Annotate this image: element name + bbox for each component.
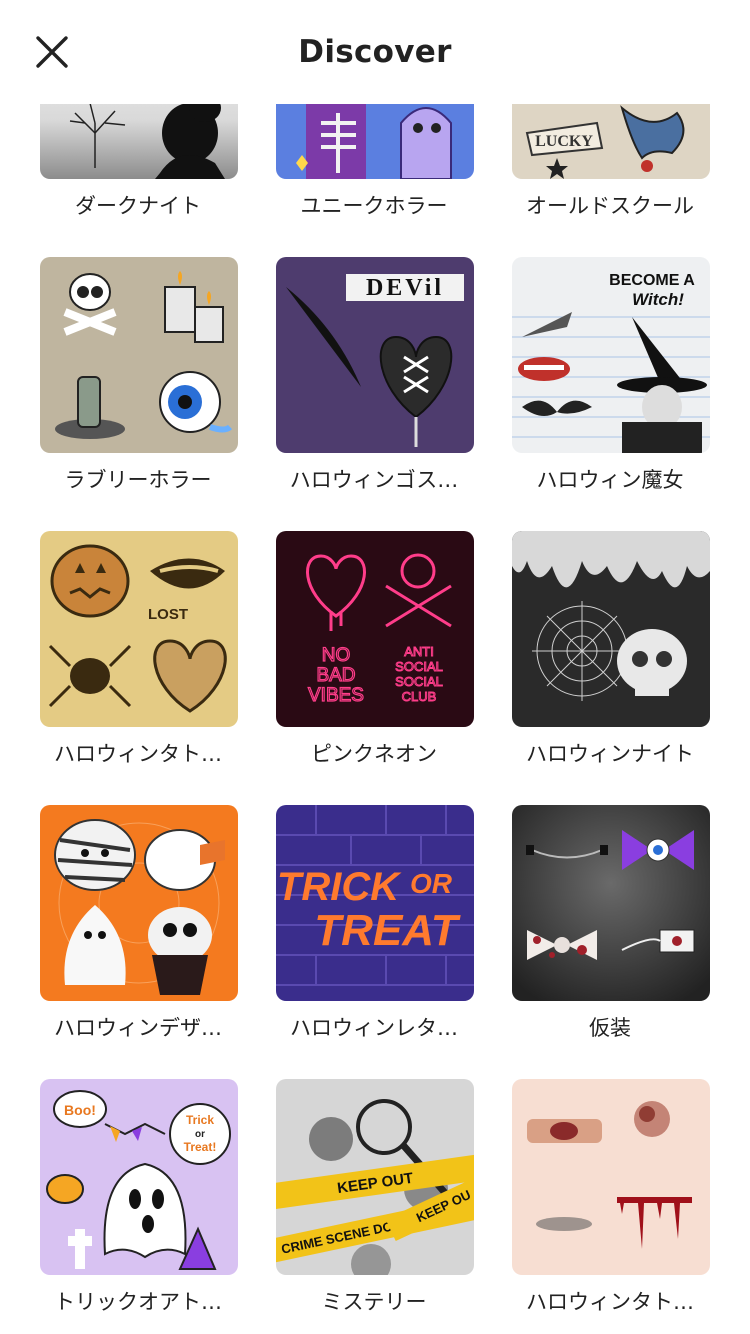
sticker-pack-tile[interactable]	[512, 531, 710, 727]
bubble-line3: Treat!	[184, 1140, 217, 1154]
neon-right-line2: SOCIAL	[395, 659, 443, 674]
sticker-pack-label: ハロウィンデザ…	[54, 1016, 222, 1040]
devil-text: DEVil	[366, 275, 444, 301]
halloween-night-thumbnail	[512, 531, 710, 727]
sticker-pack-label: ハロウィンゴス…	[289, 468, 459, 492]
witch-title-line2: Witch!	[632, 290, 684, 309]
halloween-lettering-thumbnail: TRICK OR TREAT	[276, 805, 474, 1001]
sticker-pack-label: ハロウィンタト…	[54, 742, 222, 766]
sticker-pack-tile[interactable]: BECOME A Witch!	[512, 257, 710, 453]
sticker-grid: ダークナイト ユニークホラー LUCKY オールドスクール ラブリーホラー DE…	[0, 0, 750, 1334]
bubble-line2: or	[195, 1129, 205, 1140]
pink-neon-thumbnail: NO BAD VIBES ANTI SOCIAL SOCIAL CLUB	[276, 531, 474, 727]
sticker-pack-tile[interactable]	[512, 1079, 710, 1275]
trick-text: TRICK	[277, 865, 402, 909]
sticker-pack-label: ピンクネオン	[311, 742, 437, 766]
neon-left-line2: BAD	[316, 665, 355, 686]
sticker-pack-tile[interactable]: TRICK OR TREAT	[276, 805, 474, 1001]
boo-text: Boo!	[64, 1102, 96, 1118]
neon-left-line1: NO	[322, 645, 351, 666]
witch-title-line1: BECOME A	[609, 272, 695, 289]
sticker-pack-tile[interactable]	[40, 257, 238, 453]
halloween-tattoo-thumbnail: LOST	[40, 531, 238, 727]
sticker-pack-label: オールドスクール	[526, 194, 694, 218]
halloween-goth-thumbnail: DEVil	[276, 257, 474, 453]
sticker-pack-label: ハロウィンナイト	[526, 742, 694, 766]
halloween-tattoo-2-thumbnail	[512, 1079, 710, 1275]
sticker-pack-tile[interactable]: KEEP OUT CRIME SCENE DO KEEP OU	[276, 1079, 474, 1275]
sticker-pack-label: ダークナイト	[75, 194, 201, 218]
sticker-pack-tile[interactable]: Boo! Trick or Treat!	[40, 1079, 238, 1275]
lovely-horror-thumbnail	[40, 257, 238, 453]
page-title: Discover	[298, 34, 452, 70]
sticker-pack-label: ハロウィン魔女	[536, 468, 684, 492]
sticker-pack-tile[interactable]: NO BAD VIBES ANTI SOCIAL SOCIAL CLUB	[276, 531, 474, 727]
sticker-pack-label: トリックオアト…	[54, 1290, 222, 1314]
sticker-pack-label: ラブリーホラー	[64, 468, 212, 492]
header-bar: Discover	[0, 0, 750, 104]
sticker-pack-tile[interactable]: DEVil	[276, 257, 474, 453]
sticker-pack-tile[interactable]	[40, 805, 238, 1001]
costume-thumbnail	[512, 805, 710, 1001]
sticker-pack-label: ミステリー	[321, 1290, 427, 1314]
halloween-witch-thumbnail: BECOME A Witch!	[512, 257, 710, 453]
trick-or-treat-thumbnail: Boo! Trick or Treat!	[40, 1079, 238, 1275]
sticker-pack-label: ユニークホラー	[300, 194, 448, 218]
sticker-pack-tile[interactable]	[512, 805, 710, 1001]
sticker-pack-tile[interactable]: LOST	[40, 531, 238, 727]
lost-text: LOST	[148, 606, 188, 623]
bubble-line1: Trick	[186, 1113, 214, 1127]
neon-left-line3: VIBES	[308, 685, 364, 706]
mystery-thumbnail: KEEP OUT CRIME SCENE DO KEEP OU	[276, 1079, 474, 1275]
neon-right-line3: SOCIAL	[395, 674, 443, 689]
neon-right-line1: ANTI	[404, 644, 434, 659]
neon-right-line4: CLUB	[402, 689, 437, 704]
or-text: OR	[410, 868, 453, 899]
sticker-pack-label: 仮装	[589, 1016, 631, 1040]
sticker-pack-label: ハロウィンタト…	[526, 1290, 694, 1314]
sticker-pack-label: ハロウィンレタ…	[290, 1016, 458, 1040]
lucky-text: LUCKY	[535, 133, 593, 150]
treat-text: TREAT	[314, 906, 461, 955]
halloween-dessert-thumbnail	[40, 805, 238, 1001]
